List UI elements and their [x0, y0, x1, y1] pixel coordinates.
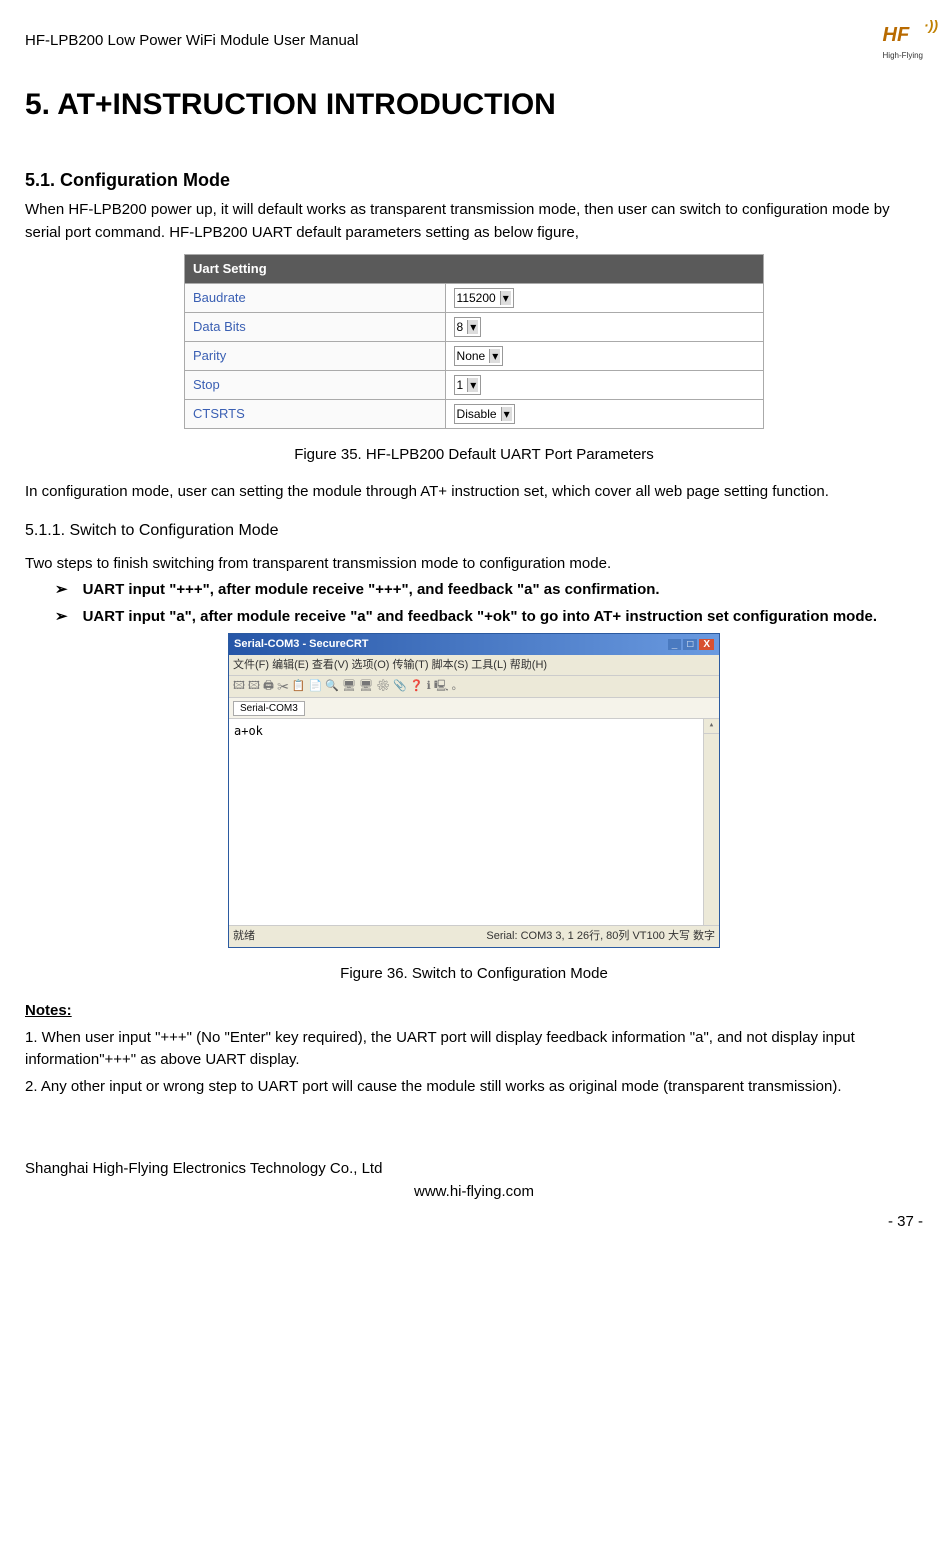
s51-paragraph: When HF-LPB200 power up, it will default… [25, 199, 923, 244]
uart-databits-label: Data Bits [185, 312, 446, 341]
uart-ctsrts-label: CTSRTS [185, 399, 446, 428]
table-row: Data Bits 8 [185, 312, 764, 341]
figure-35-caption: Figure 35. HF-LPB200 Default UART Port P… [25, 444, 923, 467]
notes-heading: Notes: [25, 1000, 923, 1023]
window-controls[interactable]: _□X [666, 636, 714, 653]
page-number: - 37 - [25, 1211, 923, 1234]
page-header: HF-LPB200 Low Power WiFi Module User Man… [25, 20, 923, 62]
subsection-5-1-heading: 5.1. Configuration Mode [25, 167, 923, 194]
logo-main: HF [883, 24, 910, 46]
logo: HF High-Flying [883, 20, 923, 62]
uart-databits-value[interactable]: 8 [445, 312, 763, 341]
subsection-5-1-1-heading: 5.1.1. Switch to Configuration Mode [25, 519, 923, 543]
window-title: Serial-COM3 - SecureCRT [234, 636, 368, 653]
status-left: 就绪 [233, 928, 255, 945]
status-right: Serial: COM3 3, 1 26行, 80列 VT100 大写 数字 [486, 928, 715, 945]
bullet-list: ➢ UART input "+++", after module receive… [55, 579, 923, 628]
bullet-icon: ➢ [55, 579, 68, 602]
para-after-fig35: In configuration mode, user can setting … [25, 481, 923, 504]
status-bar: 就绪 Serial: COM3 3, 1 26行, 80列 VT100 大写 数… [229, 925, 719, 947]
uart-baudrate-value[interactable]: 115200 [445, 283, 763, 312]
table-row: CTSRTS Disable [185, 399, 764, 428]
uart-title: Uart Setting [185, 255, 764, 284]
page-footer: Shanghai High-Flying Electronics Technol… [25, 1158, 923, 1234]
logo-sub: High-Flying [883, 50, 923, 62]
stop-select[interactable]: 1 [454, 375, 482, 395]
uart-parity-label: Parity [185, 341, 446, 370]
terminal-text: a+ok [234, 724, 263, 738]
ctsrts-select[interactable]: Disable [454, 404, 515, 424]
bullet-2-text: UART input "a", after module receive "a"… [83, 606, 877, 629]
table-row: Parity None [185, 341, 764, 370]
s511-paragraph: Two steps to finish switching from trans… [25, 553, 923, 576]
bullet-icon: ➢ [55, 606, 68, 629]
scrollbar[interactable] [703, 719, 719, 925]
note-1: 1. When user input "+++" (No "Enter" key… [25, 1027, 923, 1072]
uart-setting-table: Uart Setting Baudrate 115200 Data Bits 8… [184, 254, 764, 429]
toolbar[interactable]: 🖾 🖾 🖨 ✂ 📋 📄 🔍 🖥 🖥 ⚙ 📎 ❓ ℹ 🖳 。 [229, 676, 719, 698]
uart-ctsrts-value[interactable]: Disable [445, 399, 763, 428]
list-item: ➢ UART input "+++", after module receive… [55, 579, 923, 602]
table-row: Baudrate 115200 [185, 283, 764, 312]
databits-select[interactable]: 8 [454, 317, 482, 337]
baudrate-select[interactable]: 115200 [454, 288, 514, 308]
close-icon[interactable]: X [699, 639, 714, 650]
section-title: 5. AT+INSTRUCTION INTRODUCTION [25, 82, 923, 127]
bullet-1-text: UART input "+++", after module receive "… [83, 579, 660, 602]
window-titlebar: Serial-COM3 - SecureCRT _□X [229, 634, 719, 655]
terminal-output[interactable]: a+ok [229, 719, 719, 925]
figure-36-caption: Figure 36. Switch to Configuration Mode [25, 963, 923, 986]
uart-stop-label: Stop [185, 370, 446, 399]
tab-bar[interactable]: Serial-COM3 [229, 698, 719, 720]
securecrt-window: Serial-COM3 - SecureCRT _□X 文件(F) 编辑(E) … [228, 633, 720, 948]
uart-baudrate-label: Baudrate [185, 283, 446, 312]
uart-stop-value[interactable]: 1 [445, 370, 763, 399]
footer-company: Shanghai High-Flying Electronics Technol… [25, 1158, 923, 1181]
list-item: ➢ UART input "a", after module receive "… [55, 606, 923, 629]
doc-title: HF-LPB200 Low Power WiFi Module User Man… [25, 30, 358, 53]
menu-bar[interactable]: 文件(F) 编辑(E) 查看(V) 选项(O) 传输(T) 脚本(S) 工具(L… [229, 655, 719, 677]
maximize-icon[interactable]: □ [683, 639, 697, 650]
minimize-icon[interactable]: _ [668, 639, 682, 650]
uart-parity-value[interactable]: None [445, 341, 763, 370]
parity-select[interactable]: None [454, 346, 504, 366]
table-row: Stop 1 [185, 370, 764, 399]
tab-serial-com3[interactable]: Serial-COM3 [233, 701, 305, 716]
footer-url: www.hi-flying.com [25, 1181, 923, 1204]
note-2: 2. Any other input or wrong step to UART… [25, 1076, 923, 1099]
